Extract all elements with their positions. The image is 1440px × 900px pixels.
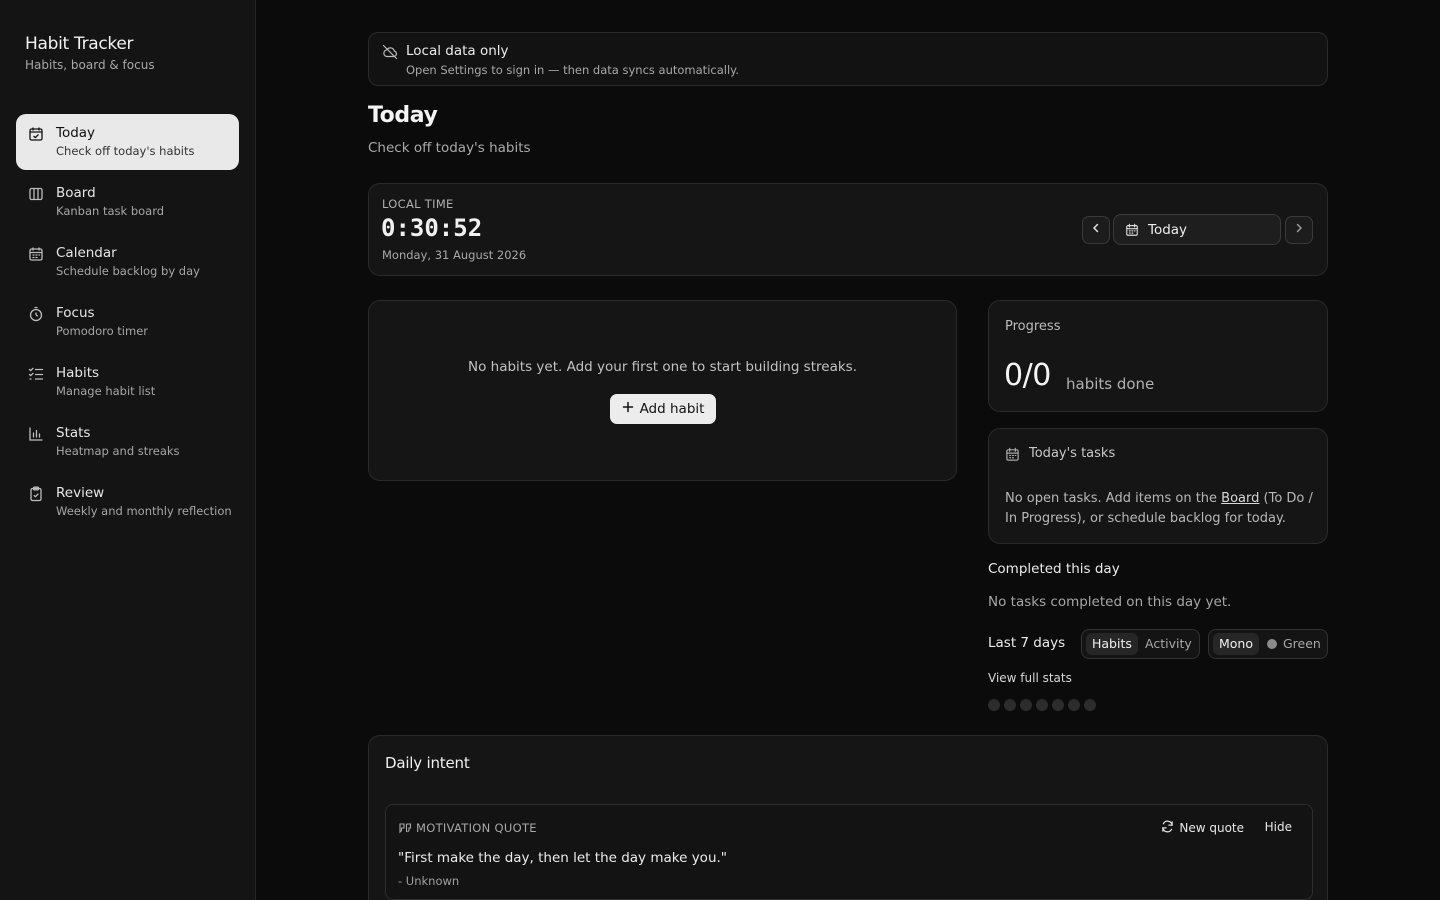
motivation-quote-label: MOTIVATION QUOTE <box>416 821 537 835</box>
new-quote-label: New quote <box>1179 821 1244 835</box>
app-title: Habit Tracker <box>25 34 134 54</box>
local-time-label: LOCAL TIME <box>382 197 454 211</box>
sidebar: Habit Tracker Habits, board & focus Toda… <box>0 0 256 900</box>
clipboard-check-icon <box>28 486 44 502</box>
page-subtitle: Check off today's habits <box>368 140 531 156</box>
progress-count: 0/0 <box>1004 358 1051 393</box>
sidebar-item-label: Focus <box>56 305 95 321</box>
last-7-days-dots <box>988 699 1096 711</box>
tab-activity[interactable]: Activity <box>1139 633 1198 655</box>
new-quote-button[interactable]: New quote <box>1161 820 1244 836</box>
tasks-message-text: No open tasks. Add items on the <box>1005 491 1222 506</box>
day-dot <box>1004 699 1016 711</box>
plus-icon <box>622 401 634 417</box>
hide-quote-button[interactable]: Hide <box>1265 820 1292 834</box>
sidebar-item-description: Check off today's habits <box>56 144 195 158</box>
checklist-icon <box>28 366 44 382</box>
completed-this-day-title: Completed this day <box>988 561 1120 577</box>
kanban-columns-icon <box>28 186 44 202</box>
day-dot <box>1020 699 1032 711</box>
date-navigator: Today <box>1082 214 1314 245</box>
sidebar-item-label: Habits <box>56 365 100 381</box>
motivation-quote-box: MOTIVATION QUOTE New quote Hide "First m… <box>385 804 1313 900</box>
add-habit-label: Add habit <box>639 401 705 417</box>
todays-tasks-message: No open tasks. Add items on the Board (T… <box>1005 489 1317 529</box>
day-dot <box>1068 699 1080 711</box>
daily-intent-title: Daily intent <box>385 754 470 772</box>
green-swatch-icon <box>1267 639 1277 649</box>
page-title: Today <box>368 103 438 128</box>
habits-empty-message: No habits yet. Add your first one to sta… <box>468 359 857 375</box>
view-full-stats-link[interactable]: View full stats <box>988 671 1072 685</box>
sidebar-item-label: Today <box>56 125 96 141</box>
sidebar-item-description: Schedule backlog by day <box>56 264 200 278</box>
refresh-icon <box>1161 820 1174 836</box>
local-data-banner: Local data only Open Settings to sign in… <box>368 32 1328 86</box>
timer-icon <box>28 306 44 322</box>
today-date-button[interactable]: Today <box>1113 214 1281 245</box>
day-dot <box>1052 699 1064 711</box>
sidebar-item-description: Kanban task board <box>56 204 165 218</box>
sidebar-item-label: Board <box>56 185 96 201</box>
sidebar-item-label: Calendar <box>56 245 117 261</box>
progress-label: habits done <box>1066 375 1155 393</box>
sidebar-item-calendar[interactable]: Calendar Schedule backlog by day <box>16 234 239 290</box>
sidebar-item-description: Manage habit list <box>56 384 156 398</box>
sidebar-item-today[interactable]: Today Check off today's habits <box>16 114 239 170</box>
previous-day-button[interactable] <box>1082 216 1110 244</box>
tab-green-label: Green <box>1283 636 1321 651</box>
sidebar-item-label: Review <box>56 485 105 501</box>
sidebar-item-stats[interactable]: Stats Heatmap and streaks <box>16 414 239 470</box>
quote-icon <box>399 822 412 838</box>
sidebar-item-board[interactable]: Board Kanban task board <box>16 174 239 230</box>
sidebar-item-description: Heatmap and streaks <box>56 444 180 458</box>
chevron-right-icon <box>1293 222 1305 238</box>
calendar-icon <box>28 246 44 262</box>
calendar-check-icon <box>28 126 44 142</box>
banner-title: Local data only <box>406 43 509 59</box>
app-subtitle: Habits, board & focus <box>25 58 155 72</box>
quote-text: "First make the day, then let the day ma… <box>398 850 728 866</box>
sidebar-item-description: Pomodoro timer <box>56 324 149 338</box>
tab-mono[interactable]: Mono <box>1213 633 1260 655</box>
board-link[interactable]: Board <box>1221 491 1259 506</box>
quote-author: - Unknown <box>398 874 460 888</box>
color-mode-toggle: Mono Green <box>1208 629 1328 659</box>
day-dot <box>1084 699 1096 711</box>
completed-empty-message: No tasks completed on this day yet. <box>988 594 1232 610</box>
chevron-left-icon <box>1090 222 1102 238</box>
calendar-icon <box>1125 223 1139 241</box>
last-7-days-title: Last 7 days <box>988 635 1066 651</box>
daily-intent-card: Daily intent MOTIVATION QUOTE New quote … <box>368 735 1328 900</box>
tab-green[interactable]: Green <box>1261 633 1327 655</box>
next-day-button[interactable] <box>1285 216 1313 244</box>
habits-card: No habits yet. Add your first one to sta… <box>368 300 957 481</box>
sidebar-item-label: Stats <box>56 425 91 441</box>
cloud-off-icon <box>382 44 398 64</box>
progress-card: Progress 0/0 habits done <box>988 300 1328 412</box>
sidebar-item-description: Weekly and monthly reflection <box>56 504 232 518</box>
day-dot <box>1036 699 1048 711</box>
todays-tasks-title: Today's tasks <box>1029 446 1116 461</box>
progress-title: Progress <box>1005 319 1061 334</box>
bar-chart-icon <box>28 426 44 442</box>
day-dot <box>988 699 1000 711</box>
calendar-icon <box>1005 447 1020 466</box>
brand: Habit Tracker Habits, board & focus <box>25 34 155 72</box>
sidebar-item-review[interactable]: Review Weekly and monthly reflection <box>16 474 239 530</box>
view-mode-toggle: Habits Activity <box>1081 629 1200 659</box>
todays-tasks-card: Today's tasks No open tasks. Add items o… <box>988 428 1328 544</box>
banner-subtitle: Open Settings to sign in — then data syn… <box>406 63 739 77</box>
sidebar-nav: Today Check off today's habits Board Kan… <box>16 114 239 534</box>
add-habit-button[interactable]: Add habit <box>610 394 716 424</box>
today-date-label: Today <box>1148 222 1188 238</box>
tab-habits[interactable]: Habits <box>1086 633 1138 655</box>
sidebar-item-habits[interactable]: Habits Manage habit list <box>16 354 239 410</box>
local-date: Monday, 31 August 2026 <box>382 248 527 262</box>
local-time-value: 0:30:52 <box>381 214 483 242</box>
local-time-card: LOCAL TIME 0:30:52 Monday, 31 August 202… <box>368 183 1328 276</box>
sidebar-item-focus[interactable]: Focus Pomodoro timer <box>16 294 239 350</box>
